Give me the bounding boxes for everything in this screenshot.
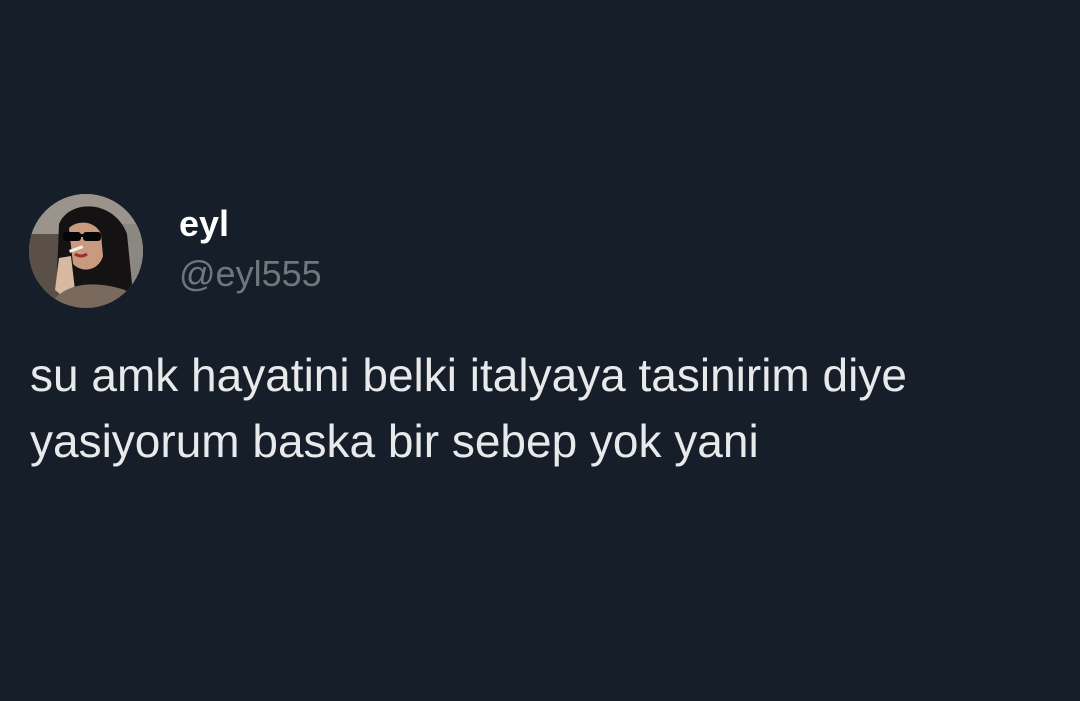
tweet-text: su amk hayatini belki italyaya tasinirim… xyxy=(30,349,907,467)
user-handle[interactable]: @eyl555 xyxy=(179,253,322,295)
display-name[interactable]: eyl xyxy=(179,204,229,244)
profile-photo-icon xyxy=(29,194,143,308)
avatar[interactable] xyxy=(29,194,143,308)
tweet-card: eyl @eyl555 su amk hayatini belki italya… xyxy=(0,0,1080,701)
